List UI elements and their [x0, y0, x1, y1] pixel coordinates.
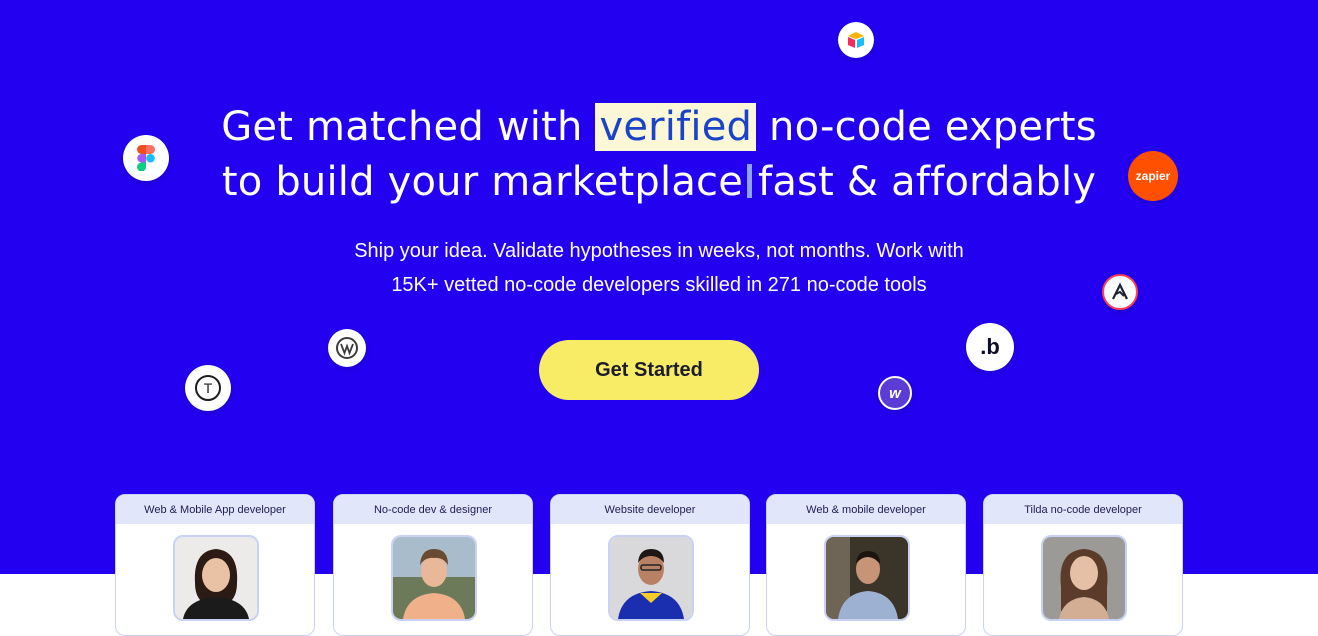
developer-role: No-code dev & designer — [334, 495, 532, 524]
developer-card[interactable]: Web & Mobile App developer — [115, 494, 315, 636]
developer-card[interactable]: Tilda no-code developer — [983, 494, 1183, 636]
avatar — [608, 535, 694, 621]
developer-role: Website developer — [551, 495, 749, 524]
webflow-icon: w — [878, 376, 912, 410]
tilda-icon: T — [185, 365, 231, 411]
airtable-icon — [838, 22, 874, 58]
headline-line2-post: fast & affordably — [758, 159, 1097, 205]
headline-pre: Get matched with — [221, 104, 583, 150]
headline-line-1: Get matched with verified no-code expert… — [0, 103, 1318, 151]
avatar — [824, 535, 910, 621]
avatar — [173, 535, 259, 621]
figma-icon — [123, 135, 169, 181]
headline-highlight: verified — [595, 103, 757, 151]
subtitle-line-1: Ship your idea. Validate hypotheses in w… — [354, 240, 964, 262]
headline-post: no-code experts — [769, 104, 1097, 150]
webflow-label: w — [889, 384, 901, 402]
developer-card[interactable]: Web & mobile developer — [766, 494, 966, 636]
typing-cursor — [747, 164, 753, 198]
tilda-label: T — [203, 380, 213, 396]
headline-line-2: to build your marketplace fast & affordab… — [0, 158, 1318, 206]
hero-section: Get matched with verified no-code expert… — [0, 0, 1318, 574]
wordpress-icon — [328, 329, 366, 367]
bubble-icon: .b — [966, 323, 1014, 371]
avatar — [391, 535, 477, 621]
get-started-button[interactable]: Get Started — [539, 340, 759, 400]
developer-role: Web & mobile developer — [767, 495, 965, 524]
zapier-icon: zapier — [1128, 151, 1178, 201]
developer-role: Web & Mobile App developer — [116, 495, 314, 524]
avatar — [1041, 535, 1127, 621]
headline-line2-pre: to build your marketplace — [221, 159, 744, 205]
developer-card[interactable]: No-code dev & designer — [333, 494, 533, 636]
developer-card[interactable]: Website developer — [550, 494, 750, 636]
adalo-icon — [1102, 274, 1138, 310]
zapier-label: zapier — [1135, 169, 1171, 183]
developer-role: Tilda no-code developer — [984, 495, 1182, 524]
bubble-label: .b — [980, 334, 1000, 359]
